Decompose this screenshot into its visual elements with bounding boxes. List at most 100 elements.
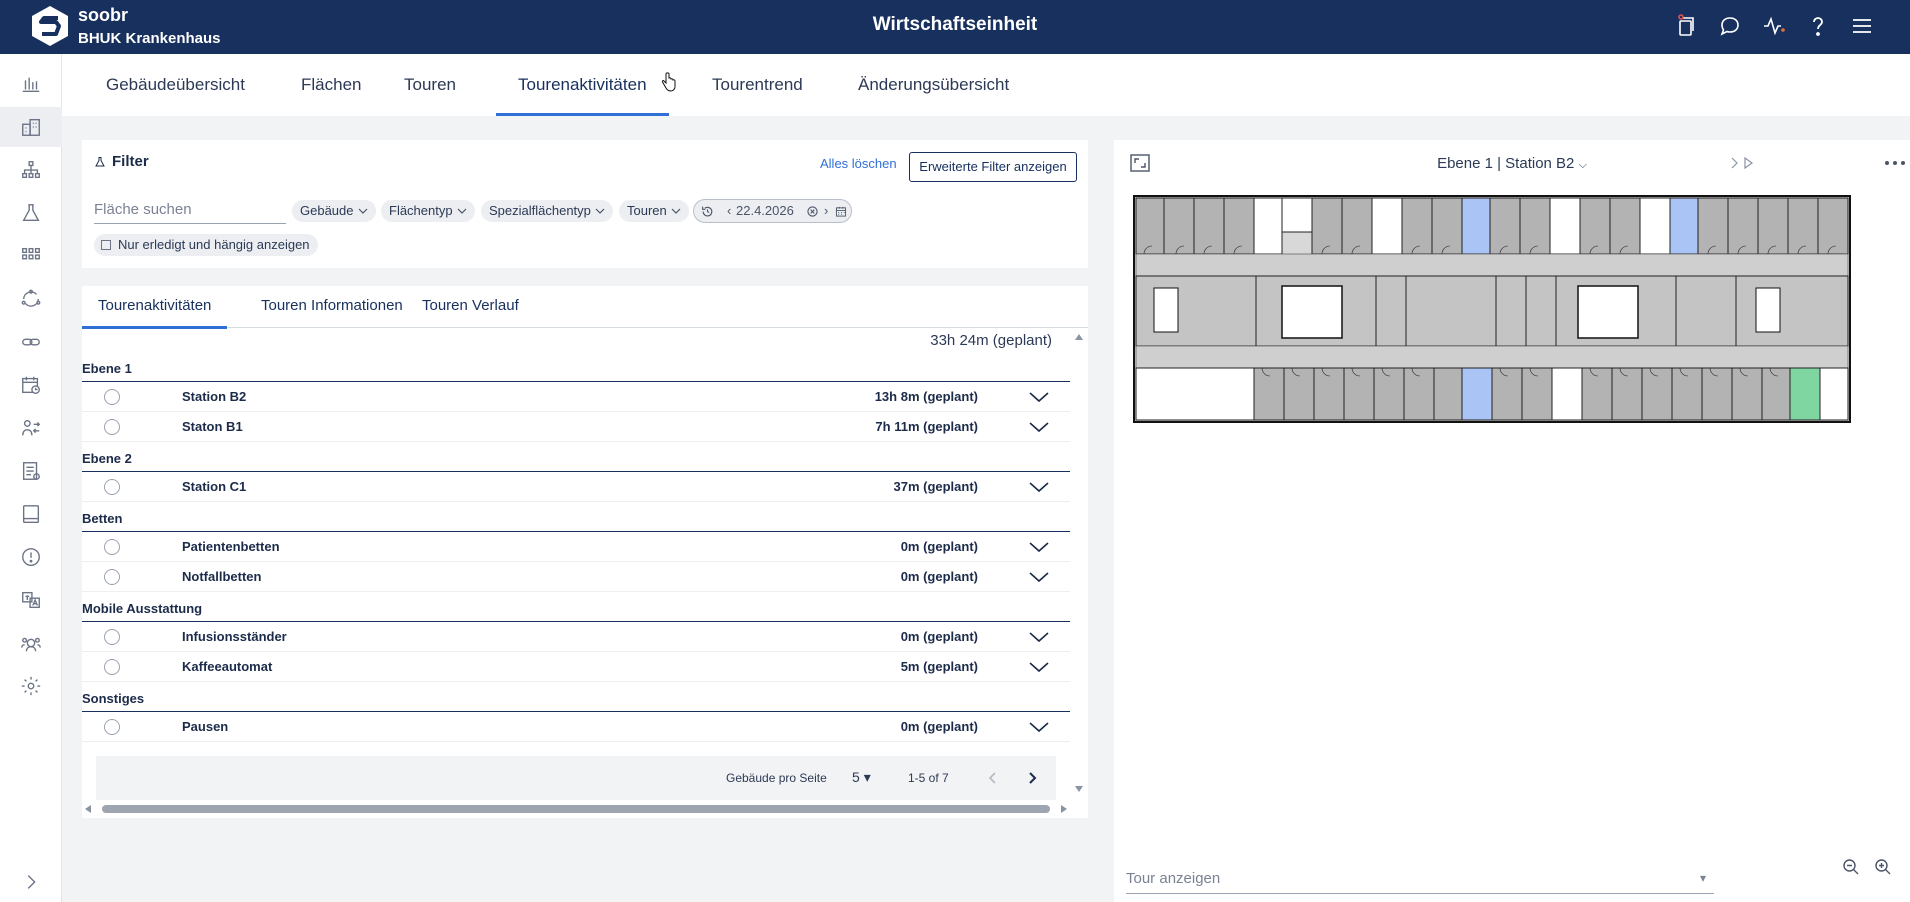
tab-flaechen[interactable]: Flächen bbox=[279, 54, 383, 116]
chevron-right-icon[interactable] bbox=[0, 862, 62, 902]
chevron-down-icon[interactable] bbox=[1028, 630, 1050, 644]
zoom-in-icon[interactable] bbox=[1874, 858, 1892, 876]
chevron-down-icon[interactable] bbox=[1028, 570, 1050, 584]
buildings-icon[interactable] bbox=[0, 107, 62, 147]
tablet-icon[interactable] bbox=[0, 494, 62, 534]
chevron-down-icon[interactable] bbox=[1028, 660, 1050, 674]
select-radio[interactable] bbox=[104, 719, 120, 735]
list-item[interactable]: Infusionsständer 0m (geplant) bbox=[82, 622, 1070, 652]
help-icon[interactable] bbox=[1804, 12, 1832, 40]
horizontal-scrollbar[interactable] bbox=[82, 800, 1070, 818]
select-radio[interactable] bbox=[104, 569, 120, 585]
floor-plan[interactable] bbox=[1132, 192, 1852, 428]
report-icon[interactable] bbox=[0, 451, 62, 491]
tab-gebaeudeuebersicht[interactable]: Gebäudeübersicht bbox=[84, 54, 267, 116]
per-page-select[interactable]: 5 ▾ bbox=[852, 769, 871, 786]
subtab-touren-informationen[interactable]: Touren Informationen bbox=[245, 286, 419, 328]
tour-select[interactable]: Tour anzeigen ▾ bbox=[1126, 870, 1714, 894]
filter-panel: Filter Alles löschen Erweiterte Filter a… bbox=[82, 140, 1088, 268]
tab-tourentrend[interactable]: Tourentrend bbox=[690, 54, 825, 116]
per-page-label: Gebäude pro Seite bbox=[726, 771, 827, 785]
chevron-down-icon bbox=[457, 208, 467, 214]
special-area-type-filter-chip[interactable]: Spezialflächentyp bbox=[481, 200, 613, 222]
calendar-clock-icon[interactable] bbox=[0, 365, 62, 405]
calendar-icon[interactable] bbox=[835, 206, 847, 217]
area-search-input[interactable]: Fläche suchen bbox=[94, 198, 286, 224]
subtab-tourenaktivitaeten[interactable]: Tourenaktivitäten bbox=[82, 286, 228, 329]
chevron-down-icon[interactable] bbox=[1028, 720, 1050, 734]
grid-icon[interactable] bbox=[0, 236, 62, 276]
item-name: Notfallbetten bbox=[182, 569, 262, 584]
list-item[interactable]: Staton B1 7h 11m (geplant) bbox=[82, 412, 1070, 442]
next-page-icon[interactable] bbox=[1027, 771, 1037, 785]
item-name: Patientenbetten bbox=[182, 539, 280, 554]
chevron-down-icon[interactable] bbox=[1028, 390, 1050, 404]
list-item[interactable]: Kaffeeautomat 5m (geplant) bbox=[82, 652, 1070, 682]
previous-page-icon[interactable] bbox=[988, 771, 998, 785]
item-duration: 5m (geplant) bbox=[900, 659, 978, 674]
select-radio[interactable] bbox=[104, 479, 120, 495]
subtab-touren-verlauf[interactable]: Touren Verlauf bbox=[406, 286, 535, 328]
only-done-filter-checkbox[interactable]: Nur erledigt und hängig anzeigen bbox=[94, 234, 318, 256]
list-item[interactable]: Station C1 37m (geplant) bbox=[82, 472, 1070, 502]
map-floor-selector[interactable]: Ebene 1 | Station B2 ⌵ bbox=[1114, 155, 1910, 172]
analytics-icon[interactable] bbox=[0, 64, 62, 104]
select-radio[interactable] bbox=[104, 419, 120, 435]
chevron-down-icon[interactable] bbox=[1028, 480, 1050, 494]
filter-title: Filter bbox=[112, 153, 149, 170]
select-radio[interactable] bbox=[104, 659, 120, 675]
hierarchy-icon[interactable] bbox=[0, 150, 62, 190]
per-page-value: 5 bbox=[852, 769, 860, 785]
left-sidebar bbox=[0, 54, 62, 902]
advanced-filter-button[interactable]: Erweiterte Filter anzeigen bbox=[909, 152, 1077, 182]
zoom-out-icon[interactable] bbox=[1842, 858, 1860, 876]
chevron-down-icon[interactable] bbox=[1028, 420, 1050, 434]
settings-icon[interactable] bbox=[0, 666, 62, 706]
history-icon[interactable] bbox=[701, 205, 714, 218]
chip-label: Gebäude bbox=[300, 203, 354, 218]
flask-icon[interactable] bbox=[0, 193, 62, 233]
chevron-down-icon[interactable] bbox=[1028, 540, 1050, 554]
refresh-cycle-icon[interactable] bbox=[0, 279, 62, 319]
link-icon[interactable] bbox=[0, 322, 62, 362]
chevron-down-icon bbox=[595, 208, 605, 214]
checkbox[interactable] bbox=[101, 240, 111, 250]
chip-label: Touren bbox=[627, 203, 667, 218]
list-item[interactable]: Notfallbetten 0m (geplant) bbox=[82, 562, 1070, 592]
clear-all-button[interactable]: Alles löschen bbox=[820, 156, 897, 171]
soobr-logo-icon[interactable] bbox=[28, 4, 72, 48]
translate-icon[interactable] bbox=[0, 580, 62, 620]
tab-tourenaktivitaeten[interactable]: Tourenaktivitäten bbox=[496, 54, 669, 116]
item-name: Station B2 bbox=[182, 389, 247, 404]
chevron-down-icon bbox=[358, 208, 367, 214]
tab-aenderungsuebersicht[interactable]: Änderungsübersicht bbox=[836, 54, 1031, 116]
alert-icon[interactable] bbox=[0, 537, 62, 577]
user-swap-icon[interactable] bbox=[0, 408, 62, 448]
list-item[interactable]: Station B2 13h 8m (geplant) bbox=[82, 382, 1070, 412]
tour-activities-card: Tourenaktivitäten Touren Informationen T… bbox=[82, 286, 1088, 818]
more-options-icon[interactable] bbox=[1884, 160, 1906, 166]
building-filter-chip[interactable]: Gebäude bbox=[292, 200, 376, 222]
tours-filter-chip[interactable]: Touren bbox=[619, 200, 689, 222]
devices-icon[interactable] bbox=[1672, 12, 1700, 40]
list-item[interactable]: Patientenbetten 0m (geplant) bbox=[82, 532, 1070, 562]
tab-touren[interactable]: Touren bbox=[382, 54, 478, 116]
team-settings-icon[interactable] bbox=[0, 623, 62, 663]
select-radio[interactable] bbox=[104, 629, 120, 645]
chevron-left-icon[interactable]: ‹ bbox=[727, 200, 731, 222]
close-icon[interactable] bbox=[807, 206, 818, 217]
menu-icon[interactable] bbox=[1848, 12, 1876, 40]
activity-icon[interactable] bbox=[1760, 12, 1788, 40]
flask-icon bbox=[95, 156, 105, 166]
area-type-filter-chip[interactable]: Flächentyp bbox=[381, 200, 475, 222]
date-value[interactable]: 22.4.2026 bbox=[736, 200, 794, 222]
chat-icon[interactable] bbox=[1716, 12, 1744, 40]
item-name: Kaffeeautomat bbox=[182, 659, 273, 674]
vertical-scrollbar[interactable] bbox=[1070, 328, 1088, 798]
chevron-right-icon[interactable]: › bbox=[824, 200, 828, 222]
select-radio[interactable] bbox=[104, 539, 120, 555]
map-nav-arrows-icon[interactable] bbox=[1730, 157, 1756, 169]
list-item[interactable]: Pausen 0m (geplant) bbox=[82, 712, 1070, 742]
main-tabs: Gebäudeübersicht Flächen Touren Tourenak… bbox=[62, 54, 1910, 116]
select-radio[interactable] bbox=[104, 389, 120, 405]
